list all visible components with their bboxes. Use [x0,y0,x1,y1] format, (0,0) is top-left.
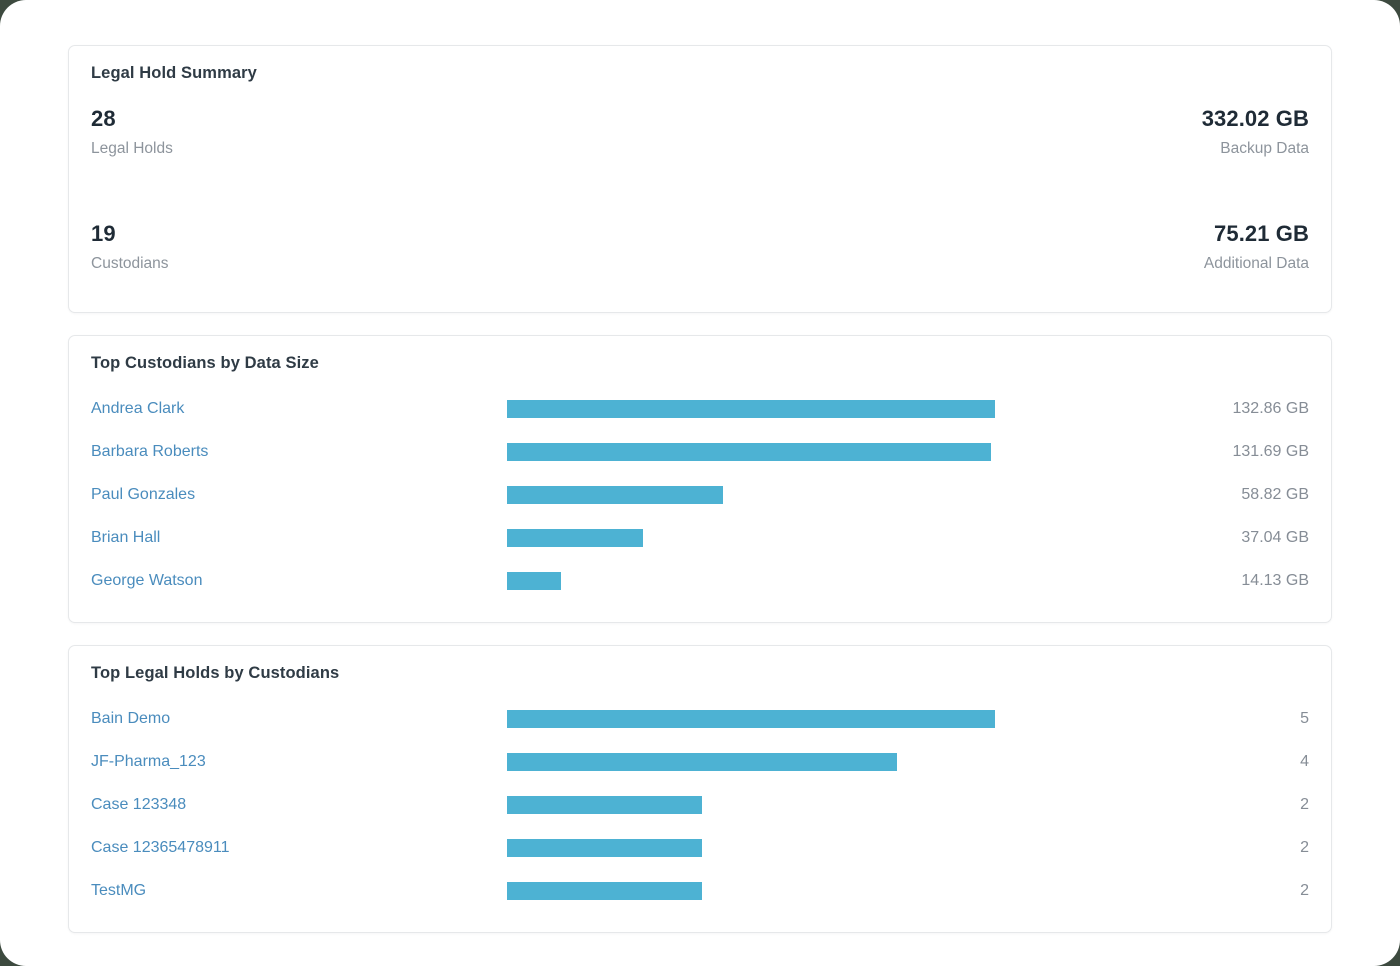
bar-row-label[interactable]: Barbara Roberts [91,443,507,461]
summary-stats-grid: 28 Legal Holds 332.02 GB Backup Data 19 … [91,105,1309,273]
bar-row-value: 2 [1189,839,1309,857]
top-custodians-card: Top Custodians by Data Size Andrea Clark… [68,335,1332,623]
stat-legal-holds-value: 28 [91,105,700,133]
bar-row-label[interactable]: Brian Hall [91,529,507,547]
bar-track [507,400,1189,418]
bar-fill [507,796,702,814]
bar-row-value: 37.04 GB [1189,529,1309,547]
stat-additional-data-label: Additional Data [1204,255,1309,274]
bar-row-label[interactable]: Bain Demo [91,710,507,728]
stat-additional-data: 75.21 GB Additional Data [700,220,1309,273]
bar-row-label[interactable]: George Watson [91,572,507,590]
bar-row: Brian Hall 37.04 GB [91,516,1309,559]
bar-track [507,529,1189,547]
bar-fill [507,572,561,590]
bar-row-value: 14.13 GB [1189,572,1309,590]
stat-legal-holds: 28 Legal Holds [91,105,700,158]
bar-track [507,753,1189,771]
bar-fill [507,400,995,418]
bar-row: Bain Demo 5 [91,697,1309,740]
bar-row: Barbara Roberts 131.69 GB [91,430,1309,473]
stat-backup-data-value: 332.02 GB [1202,105,1309,133]
bar-row: Case 123348 2 [91,783,1309,826]
bar-row-value: 58.82 GB [1189,486,1309,504]
bar-fill [507,443,991,461]
bar-row-value: 132.86 GB [1189,400,1309,418]
top-legal-holds-title: Top Legal Holds by Custodians [91,664,1309,683]
bar-row-value: 4 [1189,753,1309,771]
bar-track [507,710,1189,728]
bar-row-label[interactable]: Case 12365478911 [91,839,507,857]
stat-backup-data-label: Backup Data [1220,140,1309,159]
bar-track [507,443,1189,461]
bar-row-label[interactable]: JF-Pharma_123 [91,753,507,771]
bar-row-label[interactable]: Paul Gonzales [91,486,507,504]
stat-custodians-value: 19 [91,220,700,248]
top-legal-holds-rows: Bain Demo5JF-Pharma_1234Case 1233482Case… [91,697,1309,912]
stat-additional-data-value: 75.21 GB [1214,220,1309,248]
bar-track [507,486,1189,504]
bar-track [507,796,1189,814]
bar-fill [507,753,897,771]
bar-row-label[interactable]: Andrea Clark [91,400,507,418]
bar-row: TestMG 2 [91,869,1309,912]
bar-row: Paul Gonzales 58.82 GB [91,473,1309,516]
bar-track [507,839,1189,857]
bar-fill [507,882,702,900]
bar-fill [507,529,643,547]
bar-row: Case 12365478911 2 [91,826,1309,869]
bar-fill [507,839,702,857]
top-custodians-title: Top Custodians by Data Size [91,354,1309,373]
bar-fill [507,710,995,728]
bar-row: George Watson 14.13 GB [91,559,1309,602]
top-custodians-rows: Andrea Clark 132.86 GB Barbara Roberts 131.… [91,387,1309,602]
bar-track [507,882,1189,900]
legal-hold-summary-title: Legal Hold Summary [91,64,1309,83]
bar-row-label[interactable]: Case 123348 [91,796,507,814]
stat-legal-holds-label: Legal Holds [91,140,700,159]
stat-custodians: 19 Custodians [91,220,700,273]
bar-row: JF-Pharma_123 4 [91,740,1309,783]
stat-custodians-label: Custodians [91,255,700,274]
bar-row: Andrea Clark 132.86 GB [91,387,1309,430]
top-legal-holds-card: Top Legal Holds by Custodians Bain Demo 5… [68,645,1332,933]
bar-fill [507,486,723,504]
stat-backup-data: 332.02 GB Backup Data [700,105,1309,158]
bar-row-value: 2 [1189,882,1309,900]
bar-track [507,572,1189,590]
page-sheet: Legal Hold Summary 28 Legal Holds 332.02… [0,0,1400,966]
bar-row-value: 5 [1189,710,1309,728]
dashboard-content: Legal Hold Summary 28 Legal Holds 332.02… [68,45,1332,933]
bar-row-value: 131.69 GB [1189,443,1309,461]
legal-hold-summary-card: Legal Hold Summary 28 Legal Holds 332.02… [68,45,1332,313]
bar-row-value: 2 [1189,796,1309,814]
bar-row-label[interactable]: TestMG [91,882,507,900]
